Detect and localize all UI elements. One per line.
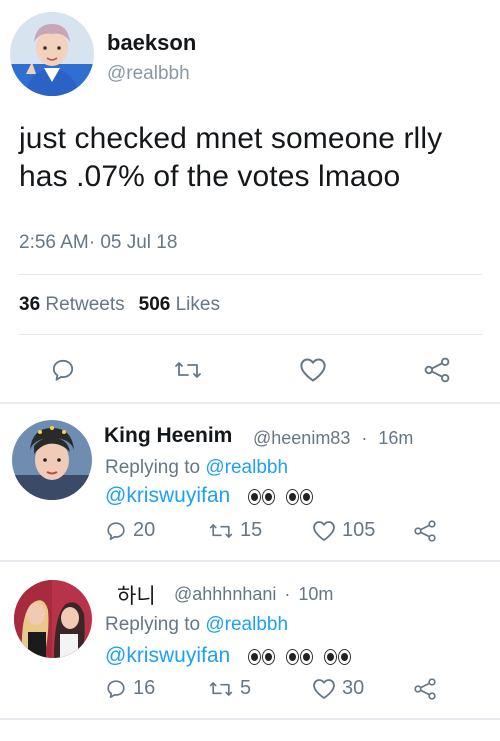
replying-to: Replying to @realbbh xyxy=(105,457,288,479)
reply-icon xyxy=(107,521,125,540)
section-divider xyxy=(0,718,500,720)
author-avatar[interactable] xyxy=(10,12,94,96)
share-icon xyxy=(424,357,450,383)
retweets-count: 36 xyxy=(19,294,41,315)
retweet-icon xyxy=(175,362,201,378)
eyes-emoji xyxy=(248,645,276,669)
heart-icon xyxy=(313,520,335,541)
share-icon xyxy=(414,520,436,542)
reply-author-handle[interactable]: @heenim83 · 16m xyxy=(253,428,413,449)
reply-button[interactable] xyxy=(47,354,79,386)
tweet-time: 2:56 AM xyxy=(19,232,89,253)
reply-author-avatar[interactable] xyxy=(12,420,92,500)
like-button[interactable] xyxy=(297,354,329,386)
reply-retweet-button[interactable]: 5 xyxy=(208,677,251,700)
reply-dot: · xyxy=(361,428,368,448)
meta-separator: · xyxy=(88,232,96,253)
eyes-emoji xyxy=(248,485,276,509)
eyes-emoji-group xyxy=(248,644,362,668)
likes-count: 506 xyxy=(138,294,171,315)
reply-author-name[interactable]: King Heenim xyxy=(104,424,232,448)
retweet-icon xyxy=(209,681,233,696)
reply-share-button[interactable] xyxy=(413,519,443,543)
retweet-count: 15 xyxy=(240,519,263,541)
replying-to: Replying to @realbbh xyxy=(105,614,288,636)
divider xyxy=(19,274,482,275)
tweet-stats: 36 Retweets 506 Likes xyxy=(19,294,220,316)
mention-link[interactable]: @kriswuyifan xyxy=(105,644,230,667)
eyes-emoji xyxy=(286,645,314,669)
reply-time: 10m xyxy=(298,584,334,604)
like-count: 105 xyxy=(342,519,376,541)
heart-icon xyxy=(300,358,326,382)
reply-tweet[interactable]: King Heenim @heenim83 · 16m Replying to … xyxy=(0,404,500,560)
reply-tweet[interactable]: 하니 @ahhhnhani · 10m Replying to @realbbh… xyxy=(0,562,500,718)
reply-reply-button[interactable]: 20 xyxy=(105,519,155,542)
retweets-label: Retweets xyxy=(45,294,125,315)
eyes-emoji-group xyxy=(248,484,324,508)
eyes-emoji xyxy=(324,645,352,669)
tweet-timestamp[interactable]: 2:56 AM· 05 Jul 18 xyxy=(19,232,177,254)
author-name[interactable]: baekson xyxy=(107,30,196,56)
replying-prefix: Replying to xyxy=(105,614,201,635)
reply-text: @kriswuyifan xyxy=(105,484,324,509)
reply-time: 16m xyxy=(378,428,414,448)
retweet-icon xyxy=(209,523,233,538)
retweet-button[interactable] xyxy=(170,354,206,386)
retweets-stat[interactable]: 36 Retweets xyxy=(19,294,125,315)
likes-stat[interactable]: 506 Likes xyxy=(139,294,220,315)
reply-like-button[interactable]: 105 xyxy=(312,519,375,542)
retweet-count: 5 xyxy=(240,677,252,699)
replying-to-link[interactable]: @realbbh xyxy=(205,614,288,635)
share-icon xyxy=(414,678,436,700)
reply-dot: · xyxy=(284,584,291,604)
reply-retweet-button[interactable]: 15 xyxy=(208,519,262,542)
reply-handle-text: @ahhhnhani xyxy=(174,584,277,604)
replying-prefix: Replying to xyxy=(105,457,201,478)
reply-count: 16 xyxy=(133,677,156,699)
reply-share-button[interactable] xyxy=(413,677,443,701)
tweet-text: just checked mnet someone rlly has .07% … xyxy=(19,122,443,193)
likes-label: Likes xyxy=(175,294,220,315)
reply-text: @kriswuyifan xyxy=(105,644,362,669)
divider xyxy=(19,334,482,335)
tweet-date: 05 Jul 18 xyxy=(100,232,178,253)
reply-reply-button[interactable]: 16 xyxy=(105,677,155,700)
like-count: 30 xyxy=(342,677,365,699)
eyes-emoji xyxy=(286,485,314,509)
reply-like-button[interactable]: 30 xyxy=(312,677,364,700)
heart-icon xyxy=(313,678,335,699)
author-handle[interactable]: @realbbh xyxy=(107,63,190,85)
replying-to-link[interactable]: @realbbh xyxy=(205,457,288,478)
reply-icon xyxy=(107,679,125,698)
reply-author-handle[interactable]: @ahhhnhani · 10m xyxy=(174,584,333,605)
reply-count: 20 xyxy=(133,519,156,541)
mention-link[interactable]: @kriswuyifan xyxy=(105,484,230,507)
reply-handle-text: @heenim83 xyxy=(253,428,351,448)
share-button[interactable] xyxy=(421,354,453,386)
reply-author-name[interactable]: 하니 xyxy=(117,580,156,610)
reply-author-avatar[interactable] xyxy=(14,580,92,658)
reply-icon xyxy=(52,359,74,381)
